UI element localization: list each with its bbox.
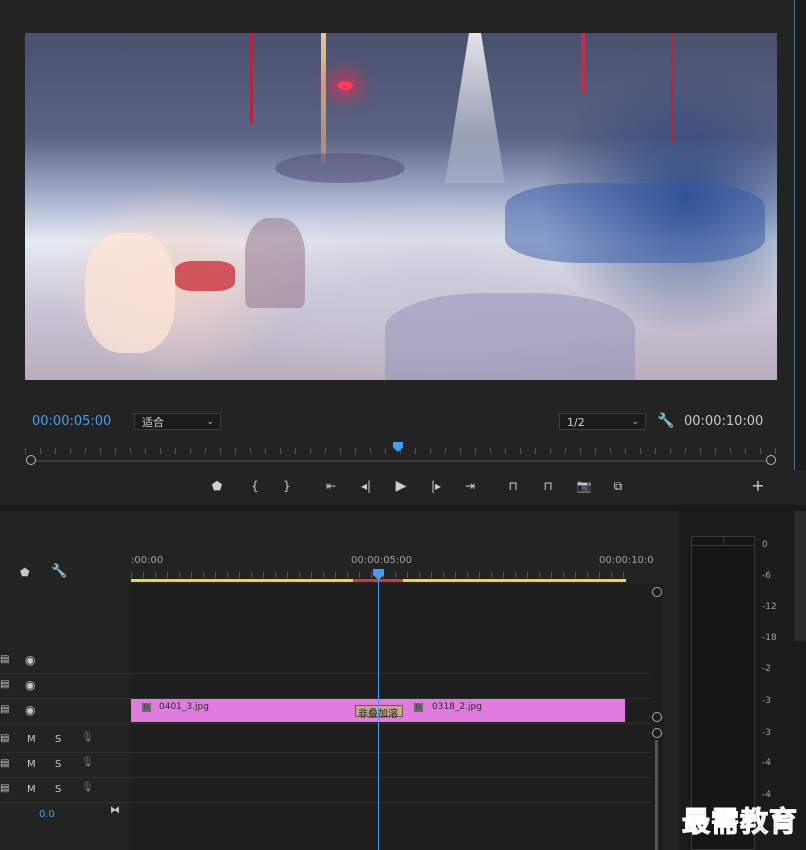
go-to-out-icon[interactable]: ⇥ bbox=[462, 478, 478, 494]
fit-dropdown[interactable]: 适合 ⌄ bbox=[134, 413, 221, 430]
audio-track-icon[interactable]: ▤ bbox=[0, 733, 9, 744]
eye-icon[interactable]: ◉ bbox=[25, 678, 35, 692]
in-point-handle[interactable] bbox=[26, 455, 36, 465]
microphone-icon[interactable]: 🎙 bbox=[81, 782, 94, 793]
microphone-icon[interactable]: 🎙 bbox=[81, 757, 94, 768]
lift-icon[interactable]: ⊓ bbox=[505, 478, 521, 494]
eye-icon[interactable]: ◉ bbox=[25, 703, 35, 717]
meter-label: -4 bbox=[762, 790, 771, 800]
timeline-playhead-line[interactable] bbox=[378, 580, 379, 850]
ruler-label-mid: 00:00:05:00 bbox=[351, 555, 413, 566]
ruler-label-start: :00:00 bbox=[131, 555, 164, 566]
add-marker-icon[interactable]: ⬟ bbox=[20, 566, 30, 579]
mark-out-icon[interactable]: } bbox=[279, 478, 295, 494]
clip-0401_3[interactable]: fx 0401_3.jpg bbox=[131, 699, 377, 722]
duration-timecode: 00:00:10:00 bbox=[684, 414, 764, 429]
chevron-down-icon: ⌄ bbox=[631, 417, 639, 427]
solo-button[interactable]: S bbox=[55, 734, 61, 745]
meter-label: -4 bbox=[762, 758, 771, 768]
monitor-ruler[interactable] bbox=[25, 440, 777, 466]
solo-button[interactable]: S bbox=[55, 784, 61, 795]
track-v2: ▤ ◉ bbox=[0, 674, 651, 699]
panel-edge bbox=[794, 0, 806, 470]
video-preview bbox=[25, 33, 777, 380]
ruler-label-end: 00:00:10:0 bbox=[599, 555, 654, 566]
audio-track-icon[interactable]: ▤ bbox=[0, 758, 9, 769]
camera-icon[interactable]: 📷 bbox=[576, 478, 592, 494]
out-point-handle[interactable] bbox=[766, 455, 776, 465]
clip-name: 0401_3.jpg bbox=[159, 702, 209, 712]
film-icon[interactable]: ▤ bbox=[0, 654, 9, 665]
meter-label: 0 bbox=[762, 540, 768, 550]
fx-badge: fx bbox=[414, 703, 423, 712]
track-v3: ▤ ◉ bbox=[0, 649, 651, 674]
add-icon[interactable]: + bbox=[750, 478, 766, 494]
meter-label: -18 bbox=[762, 633, 777, 643]
microphone-icon[interactable]: 🎙 bbox=[81, 732, 94, 743]
scroll-handle-top[interactable] bbox=[652, 587, 662, 597]
mute-button[interactable]: M bbox=[27, 734, 36, 745]
meter-label: -6 bbox=[762, 571, 771, 581]
transition-cross-dissolve[interactable]: 非叠加溶 bbox=[355, 705, 403, 720]
go-to-in-icon[interactable]: ⇤ bbox=[323, 478, 339, 494]
watermark: 最需教育 bbox=[681, 805, 799, 839]
scroll-handle-mid[interactable] bbox=[652, 712, 662, 722]
fx-badge: fx bbox=[142, 703, 151, 712]
wrench-icon[interactable]: 🔧 bbox=[657, 413, 674, 429]
audio-track-icon[interactable]: ▤ bbox=[0, 783, 9, 794]
extract-icon[interactable]: ⊓ bbox=[540, 478, 556, 494]
fit-dropdown-value: 适合 bbox=[142, 416, 164, 429]
track-a3: ▤ M S 🎙 bbox=[0, 778, 651, 803]
track-a1: ▤ M S 🎙 bbox=[0, 728, 651, 753]
meter-scale: 0 -6 -12 -18 -2 -3 -3 -4 -4 bbox=[760, 540, 790, 840]
current-timecode[interactable]: 00:00:05:00 bbox=[32, 414, 111, 429]
film-icon[interactable]: ▤ bbox=[0, 679, 9, 690]
marker-icon[interactable]: ⬟ bbox=[209, 478, 225, 494]
master-jump-icon[interactable]: ⧓ bbox=[110, 805, 120, 816]
mark-in-icon[interactable]: { bbox=[247, 478, 263, 494]
wrench-icon[interactable]: 🔧 bbox=[51, 564, 67, 579]
mute-button[interactable]: M bbox=[27, 784, 36, 795]
track-master: 0.0 ⧓ bbox=[0, 803, 651, 827]
track-a2: ▤ M S 🎙 bbox=[0, 753, 651, 778]
resolution-dropdown-value: 1/2 bbox=[567, 416, 585, 429]
compare-icon[interactable]: ⧉ bbox=[610, 478, 626, 494]
right-edge-strip bbox=[794, 511, 806, 641]
scroll-track bbox=[655, 740, 658, 850]
step-back-icon[interactable]: ◂| bbox=[358, 478, 374, 494]
play-icon[interactable]: ▶ bbox=[393, 478, 409, 494]
meter-label: -2 bbox=[762, 664, 771, 674]
timeline-ruler[interactable]: :00:00 00:00:05:00 00:00:10:0 bbox=[131, 552, 654, 584]
clip-0318_2[interactable]: fx 0318_2.jpg bbox=[377, 699, 625, 722]
mute-button[interactable]: M bbox=[27, 759, 36, 770]
chevron-down-icon: ⌄ bbox=[206, 417, 214, 427]
meter-label: -3 bbox=[762, 728, 771, 738]
meter-label: -3 bbox=[762, 696, 771, 706]
transport-bar: ⬟ { } ⇤ ◂| ▶ |▸ ⇥ ⊓ ⊓ 📷 ⧉ + bbox=[0, 476, 791, 498]
eye-icon[interactable]: ◉ bbox=[25, 653, 35, 667]
master-value[interactable]: 0.0 bbox=[39, 809, 55, 820]
solo-button[interactable]: S bbox=[55, 759, 61, 770]
clip-name: 0318_2.jpg bbox=[432, 702, 482, 712]
film-icon[interactable]: ▤ bbox=[0, 704, 9, 715]
step-forward-icon[interactable]: |▸ bbox=[428, 478, 444, 494]
scroll-handle-lower[interactable] bbox=[652, 728, 662, 738]
meter-label: -12 bbox=[762, 602, 777, 612]
vertical-scrollbar[interactable] bbox=[651, 584, 663, 850]
resolution-dropdown[interactable]: 1/2 ⌄ bbox=[559, 413, 646, 430]
